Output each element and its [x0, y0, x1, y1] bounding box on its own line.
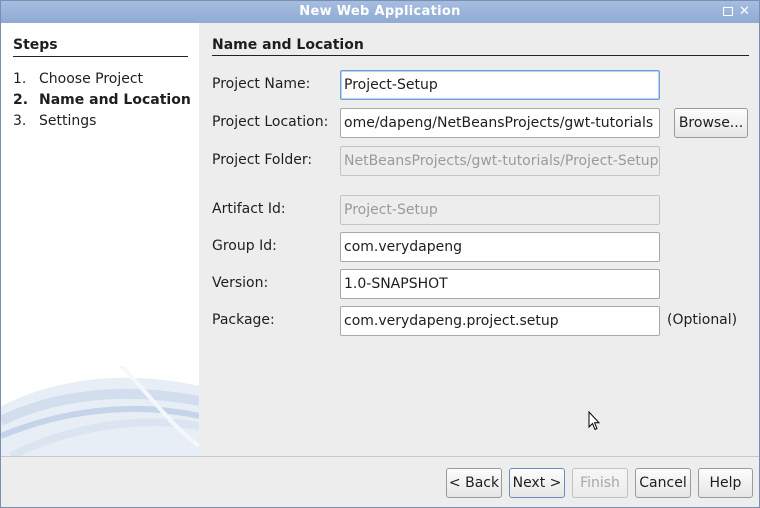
- version-input[interactable]: 1.0-SNAPSHOT: [340, 269, 660, 299]
- steps-heading: Steps: [13, 37, 58, 53]
- title-divider: [212, 55, 749, 56]
- cancel-button[interactable]: Cancel: [635, 468, 691, 498]
- page-title: Name and Location: [212, 37, 364, 53]
- step-label: Name and Location: [39, 92, 191, 108]
- project-location-label: Project Location:: [212, 114, 329, 130]
- step-number: 1.: [13, 71, 27, 87]
- package-input[interactable]: com.verydapeng.project.setup: [340, 306, 660, 336]
- next-button[interactable]: Next >: [509, 468, 565, 498]
- browse-button[interactable]: Browse...: [674, 108, 748, 138]
- dialog-window: New Web Application ✕ Steps 1. Choose Pro…: [0, 0, 760, 508]
- project-name-input[interactable]: Project-Setup: [340, 70, 660, 100]
- footer-divider: [1, 456, 759, 457]
- artifact-id-label: Artifact Id:: [212, 201, 286, 217]
- window-title: New Web Application: [299, 4, 461, 19]
- project-folder-label: Project Folder:: [212, 152, 313, 168]
- mouse-pointer-icon: [588, 411, 600, 431]
- step-label: Settings: [39, 113, 97, 129]
- project-folder-input: NetBeansProjects/gwt-tutorials/Project-S…: [340, 146, 660, 176]
- step-name-and-location: 2. Name and Location: [13, 90, 191, 111]
- finish-button: Finish: [572, 468, 628, 498]
- title-bar[interactable]: New Web Application ✕: [1, 1, 759, 23]
- artifact-id-input: Project-Setup: [340, 195, 660, 225]
- steps-divider: [13, 56, 188, 57]
- help-button[interactable]: Help: [698, 468, 753, 498]
- step-choose-project: 1. Choose Project: [13, 69, 191, 90]
- package-label: Package:: [212, 312, 275, 328]
- close-icon[interactable]: ✕: [739, 4, 750, 20]
- steps-panel: Steps 1. Choose Project 2. Name and Locati…: [1, 23, 199, 456]
- step-number: 3.: [13, 113, 27, 129]
- package-optional-hint: (Optional): [667, 312, 738, 328]
- steps-list: 1. Choose Project 2. Name and Location 3. S…: [13, 69, 191, 132]
- maximize-icon[interactable]: [723, 7, 733, 16]
- step-label: Choose Project: [39, 71, 144, 87]
- wizard-decoration-image: [1, 366, 199, 456]
- version-label: Version:: [212, 275, 269, 291]
- group-id-input[interactable]: com.verydapeng: [340, 232, 660, 262]
- step-number: 2.: [13, 92, 29, 108]
- project-location-input[interactable]: ome/dapeng/NetBeansProjects/gwt-tutorial…: [340, 108, 660, 138]
- step-settings: 3. Settings: [13, 111, 191, 132]
- group-id-label: Group Id:: [212, 238, 277, 254]
- back-button[interactable]: < Back: [446, 468, 502, 498]
- project-name-label: Project Name:: [212, 76, 311, 92]
